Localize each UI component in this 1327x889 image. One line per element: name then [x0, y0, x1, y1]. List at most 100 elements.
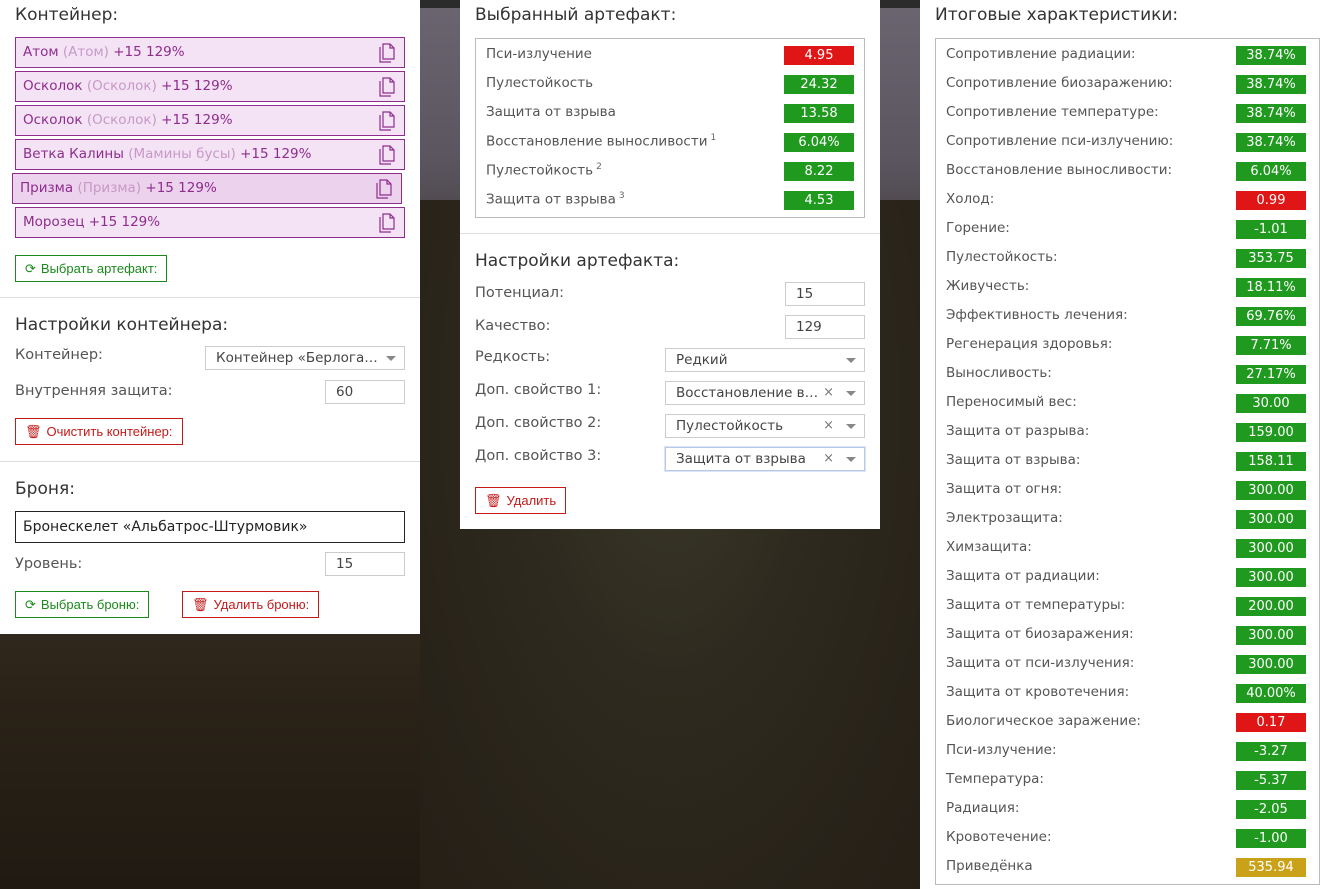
copy-icon[interactable] [378, 111, 396, 131]
stat-name: Защита от температуры: [946, 597, 1125, 613]
container-settings-title: Настройки контейнера: [15, 315, 229, 335]
prop1-select[interactable]: Восстановление в… × [665, 381, 865, 405]
copy-icon[interactable] [378, 43, 396, 63]
choose-armor-button[interactable]: ⟳ Выбрать броню: [15, 591, 150, 618]
clear-container-button[interactable]: 🗑 Очистить контейнер: [15, 418, 183, 445]
stat-name-text: Защита от разрыва: [946, 423, 1090, 439]
stat-name-text: Восстановление выносливости [486, 133, 708, 150]
slot-name: Призма [20, 180, 74, 196]
stat-row: Химзащита: 300.00 [936, 534, 1319, 563]
stat-footnote: 2 [596, 162, 602, 172]
stat-row: Эффективность лечения: 69.76% [936, 302, 1319, 331]
stat-name: Температура: [946, 771, 1044, 787]
stat-row: Защита от огня: 300.00 [936, 476, 1319, 505]
stat-value: 0.17 [1236, 713, 1306, 732]
stat-value: 300.00 [1236, 510, 1306, 529]
stat-value: 38.74% [1236, 104, 1306, 123]
stat-value: -1.00 [1236, 829, 1306, 848]
slot-name: Морозец [23, 214, 85, 230]
choose-artifact-button[interactable]: ⟳ Выбрать артефакт: [15, 255, 168, 282]
artifact-slot[interactable]: Атом (Атом) +15 129% [15, 37, 405, 68]
copy-icon[interactable] [378, 145, 396, 165]
stat-row: Кровотечение: -1.00 [936, 824, 1319, 853]
delete-artifact-button[interactable]: 🗑 Удалить [475, 487, 567, 514]
stat-name-text: Пулестойкость [486, 162, 594, 179]
stat-row: Температура: -5.37 [936, 766, 1319, 795]
stat-name-text: Температура: [946, 771, 1044, 787]
stat-value: 6.04% [1236, 162, 1306, 181]
stat-value: 300.00 [1236, 539, 1306, 558]
stat-name-text: Пулестойкость: [946, 249, 1058, 265]
container-label: Контейнер: [15, 347, 103, 363]
stat-row: Защита от температуры: 200.00 [936, 592, 1319, 621]
stat-name: Защита от взрыва: [946, 452, 1080, 468]
stat-name-text: Сопротивление температуре: [946, 104, 1159, 120]
stat-name-text: Холод: [946, 191, 995, 207]
armor-level-input[interactable]: 15 [325, 552, 405, 576]
copy-icon[interactable] [378, 77, 396, 97]
stat-row: Регенерация здоровья: 7.71% [936, 331, 1319, 360]
stat-row: Пулестойкость: 353.75 [936, 244, 1319, 273]
stat-name-text: Биологическое заражение: [946, 713, 1141, 729]
stat-name-text: Защита от температуры: [946, 597, 1126, 613]
stat-row: Пулестойкость 24.32 [476, 70, 864, 99]
stat-name: Приведёнка [946, 858, 1033, 874]
inner-protection-input[interactable]: 60 [325, 380, 405, 404]
prop3-label: Доп. свойство 3: [475, 448, 602, 464]
remove-armor-button[interactable]: 🗑 Удалить броню: [182, 591, 320, 618]
stat-name-text: Защита от биозаражения: [946, 626, 1134, 642]
copy-icon[interactable] [378, 213, 396, 233]
container-select[interactable]: Контейнер «Берлога… [205, 346, 405, 370]
stat-value: 300.00 [1236, 655, 1306, 674]
slot-name: Ветка Калины [23, 146, 124, 162]
clear-icon[interactable]: × [823, 415, 834, 437]
artifact-slot[interactable]: Морозец +15 129% [15, 207, 405, 238]
potential-input[interactable]: 15 [785, 282, 865, 306]
stat-name-text: Химзащита: [946, 539, 1032, 555]
quality-label: Качество: [475, 318, 551, 334]
copy-icon[interactable] [375, 179, 393, 199]
stat-row: Живучесть: 18.11% [936, 273, 1319, 302]
stat-row: Пулестойкость 2 8.22 [476, 157, 864, 186]
stat-value: 158.11 [1236, 452, 1306, 471]
stat-name-text: Радиация: [946, 800, 1020, 816]
armor-field[interactable]: Бронескелет «Альбатрос-Штурмовик» [15, 511, 405, 543]
stat-name-text: Горение: [946, 220, 1010, 236]
stat-name-text: Защита от кровотечения: [946, 684, 1130, 700]
prop3-select[interactable]: Защита от взрыва × [665, 447, 865, 471]
artifact-slot[interactable]: Осколок (Осколок) +15 129% [15, 71, 405, 102]
chevron-down-icon [386, 356, 396, 361]
stat-footnote: 1 [710, 133, 717, 143]
rarity-select[interactable]: Редкий [665, 348, 865, 372]
divider [460, 233, 880, 234]
stat-name-text: Защита от радиации: [946, 568, 1100, 584]
clear-icon[interactable]: × [823, 448, 834, 470]
slot-source: (Мамины бусы) [128, 146, 236, 162]
stat-value: 38.74% [1236, 75, 1306, 94]
stat-name-text: Эффективность лечения: [946, 307, 1128, 323]
stat-value: 38.74% [1236, 46, 1306, 65]
stat-row: Приведёнка 535.94 [936, 853, 1319, 882]
stat-row: Горение: -1.01 [936, 215, 1319, 244]
stat-name-text: Защита от взрыва [486, 104, 616, 120]
artifact-slot[interactable]: Ветка Калины (Мамины бусы) +15 129% [15, 139, 405, 170]
stat-name: Химзащита: [946, 539, 1032, 555]
trash-icon: 🗑 [485, 493, 502, 508]
stat-value: 27.17% [1236, 365, 1306, 384]
stat-name: Пулестойкость: [946, 249, 1058, 265]
divider [0, 297, 420, 298]
stat-row: Защита от взрыва 13.58 [476, 99, 864, 128]
stat-name: Регенерация здоровья: [946, 336, 1112, 352]
stat-value: 7.71% [1236, 336, 1306, 355]
stat-name: Радиация: [946, 800, 1019, 816]
stat-name: Восстановление выносливости: [946, 162, 1172, 178]
clear-icon[interactable]: × [823, 382, 834, 404]
stat-row: Защита от взрыва: 158.11 [936, 447, 1319, 476]
slot-bonus: +15 129% [240, 146, 312, 162]
prop2-select[interactable]: Пулестойкость × [665, 414, 865, 438]
slot-source: (Осколок) [86, 78, 157, 94]
stat-name: Восстановление выносливости 1 [486, 133, 716, 150]
artifact-slot[interactable]: Осколок (Осколок) +15 129% [15, 105, 405, 136]
artifact-slot[interactable]: Призма (Призма) +15 129% [12, 173, 402, 204]
quality-input[interactable]: 129 [785, 315, 865, 339]
